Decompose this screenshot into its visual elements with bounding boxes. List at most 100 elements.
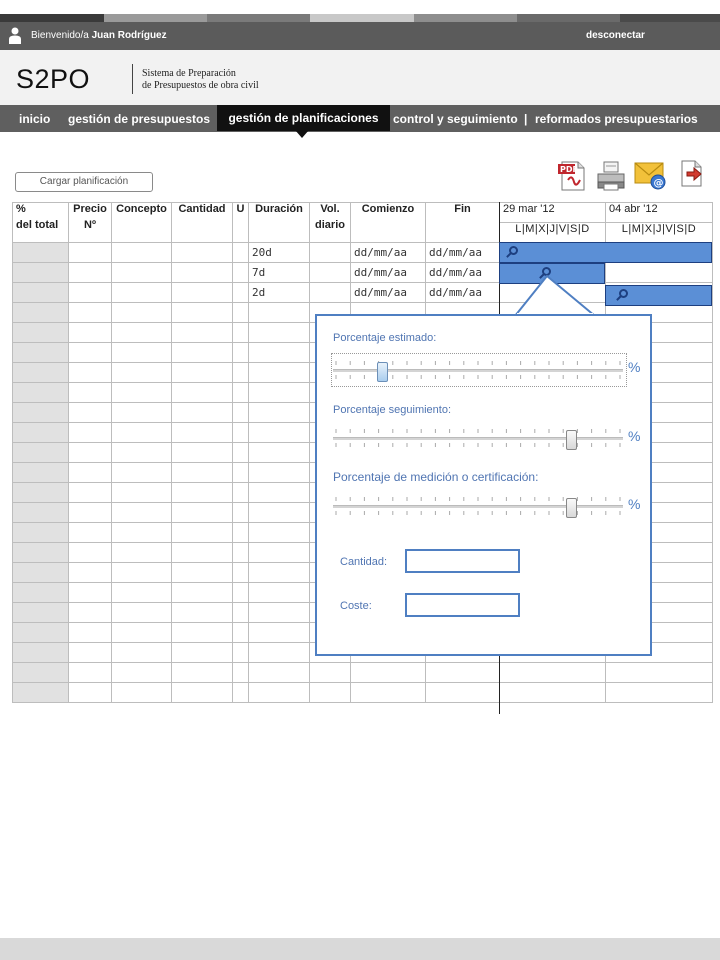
export-icon[interactable] <box>679 160 705 188</box>
cell-pct[interactable] <box>12 422 69 443</box>
cell-pct[interactable] <box>12 402 69 423</box>
cell-vol[interactable] <box>309 282 351 303</box>
cell-pct[interactable] <box>12 302 69 323</box>
cell-cantidad[interactable] <box>171 662 233 683</box>
gantt-bar-row3[interactable] <box>605 285 712 306</box>
cell-comienzo[interactable] <box>350 662 426 683</box>
cell-u[interactable] <box>232 262 249 283</box>
cell-pct[interactable] <box>12 542 69 563</box>
cell-comienzo[interactable]: dd/mm/aa <box>350 242 426 263</box>
cell-cantidad[interactable] <box>171 302 233 323</box>
cell-precio[interactable] <box>68 642 112 663</box>
cell-concepto[interactable] <box>111 262 172 283</box>
cell-duracion[interactable] <box>248 622 310 643</box>
cell-week1[interactable] <box>499 662 606 683</box>
cell-u[interactable] <box>232 462 249 483</box>
logo[interactable]: S2PO <box>16 64 90 95</box>
cell-duracion[interactable] <box>248 502 310 523</box>
cell-concepto[interactable] <box>111 642 172 663</box>
cell-u[interactable] <box>232 382 249 403</box>
zoom-icon[interactable] <box>619 289 628 298</box>
cell-u[interactable] <box>232 322 249 343</box>
cell-u[interactable] <box>232 542 249 563</box>
cell-concepto[interactable] <box>111 602 172 623</box>
cell-pct[interactable] <box>12 602 69 623</box>
cell-fin[interactable]: dd/mm/aa <box>425 242 500 263</box>
cell-duracion[interactable] <box>248 362 310 383</box>
cell-u[interactable] <box>232 242 249 263</box>
cell-concepto[interactable] <box>111 542 172 563</box>
cell-duracion[interactable] <box>248 342 310 363</box>
cell-u[interactable] <box>232 662 249 683</box>
cell-duracion[interactable] <box>248 562 310 583</box>
cell-concepto[interactable] <box>111 402 172 423</box>
cell-u[interactable] <box>232 502 249 523</box>
cell-u[interactable] <box>232 402 249 423</box>
cell-concepto[interactable] <box>111 282 172 303</box>
cell-u[interactable] <box>232 442 249 463</box>
cell-precio[interactable] <box>68 502 112 523</box>
cell-precio[interactable] <box>68 542 112 563</box>
cell-comienzo[interactable] <box>350 682 426 703</box>
cell-duracion[interactable]: 7d <box>248 262 310 283</box>
cell-vol[interactable] <box>309 242 351 263</box>
cell-week2[interactable] <box>605 262 713 283</box>
cell-cantidad[interactable] <box>171 582 233 603</box>
cell-pct[interactable] <box>12 622 69 643</box>
cell-precio[interactable] <box>68 302 112 323</box>
cell-u[interactable] <box>232 582 249 603</box>
cell-cantidad[interactable] <box>171 342 233 363</box>
cell-pct[interactable] <box>12 682 69 703</box>
cell-duracion[interactable] <box>248 442 310 463</box>
cell-fin[interactable] <box>425 682 500 703</box>
nav-gestion-presupuestos[interactable]: gestión de presupuestos <box>68 112 210 126</box>
cell-precio[interactable] <box>68 482 112 503</box>
cell-precio[interactable] <box>68 322 112 343</box>
email-icon[interactable]: @ <box>634 160 668 190</box>
cell-week2[interactable] <box>605 682 713 703</box>
cell-concepto[interactable] <box>111 562 172 583</box>
cell-concepto[interactable] <box>111 302 172 323</box>
measurement-slider[interactable] <box>333 495 623 518</box>
cell-comienzo[interactable]: dd/mm/aa <box>350 262 426 283</box>
cell-pct[interactable] <box>12 522 69 543</box>
cell-precio[interactable] <box>68 562 112 583</box>
cell-cantidad[interactable] <box>171 622 233 643</box>
cell-vol[interactable] <box>309 662 351 683</box>
cell-duracion[interactable] <box>248 462 310 483</box>
cell-duracion[interactable] <box>248 302 310 323</box>
cell-precio[interactable] <box>68 342 112 363</box>
cell-u[interactable] <box>232 522 249 543</box>
cell-pct[interactable] <box>12 502 69 523</box>
cell-concepto[interactable] <box>111 502 172 523</box>
cell-precio[interactable] <box>68 382 112 403</box>
cell-concepto[interactable] <box>111 622 172 643</box>
cell-duracion[interactable]: 2d <box>248 282 310 303</box>
cell-cantidad[interactable] <box>171 282 233 303</box>
cell-precio[interactable] <box>68 602 112 623</box>
pdf-icon[interactable]: PDF <box>558 160 588 192</box>
cell-precio[interactable] <box>68 462 112 483</box>
cell-concepto[interactable] <box>111 682 172 703</box>
cell-pct[interactable] <box>12 482 69 503</box>
cell-cantidad[interactable] <box>171 402 233 423</box>
quantity-field[interactable] <box>405 549 520 573</box>
cell-pct[interactable] <box>12 582 69 603</box>
gantt-bar-row1[interactable] <box>499 242 712 263</box>
slider-thumb[interactable] <box>565 430 577 450</box>
cell-cantidad[interactable] <box>171 482 233 503</box>
cell-u[interactable] <box>232 282 249 303</box>
cell-pct[interactable] <box>12 562 69 583</box>
cell-duracion[interactable]: 20d <box>248 242 310 263</box>
cell-u[interactable] <box>232 602 249 623</box>
table-row[interactable] <box>12 662 713 683</box>
cell-precio[interactable] <box>68 422 112 443</box>
cell-duracion[interactable] <box>248 682 310 703</box>
cell-concepto[interactable] <box>111 362 172 383</box>
printer-icon[interactable] <box>596 160 626 192</box>
cell-cantidad[interactable] <box>171 502 233 523</box>
cell-u[interactable] <box>232 342 249 363</box>
logout-link[interactable]: desconectar <box>586 30 645 41</box>
cell-duracion[interactable] <box>248 642 310 663</box>
cell-precio[interactable] <box>68 662 112 683</box>
